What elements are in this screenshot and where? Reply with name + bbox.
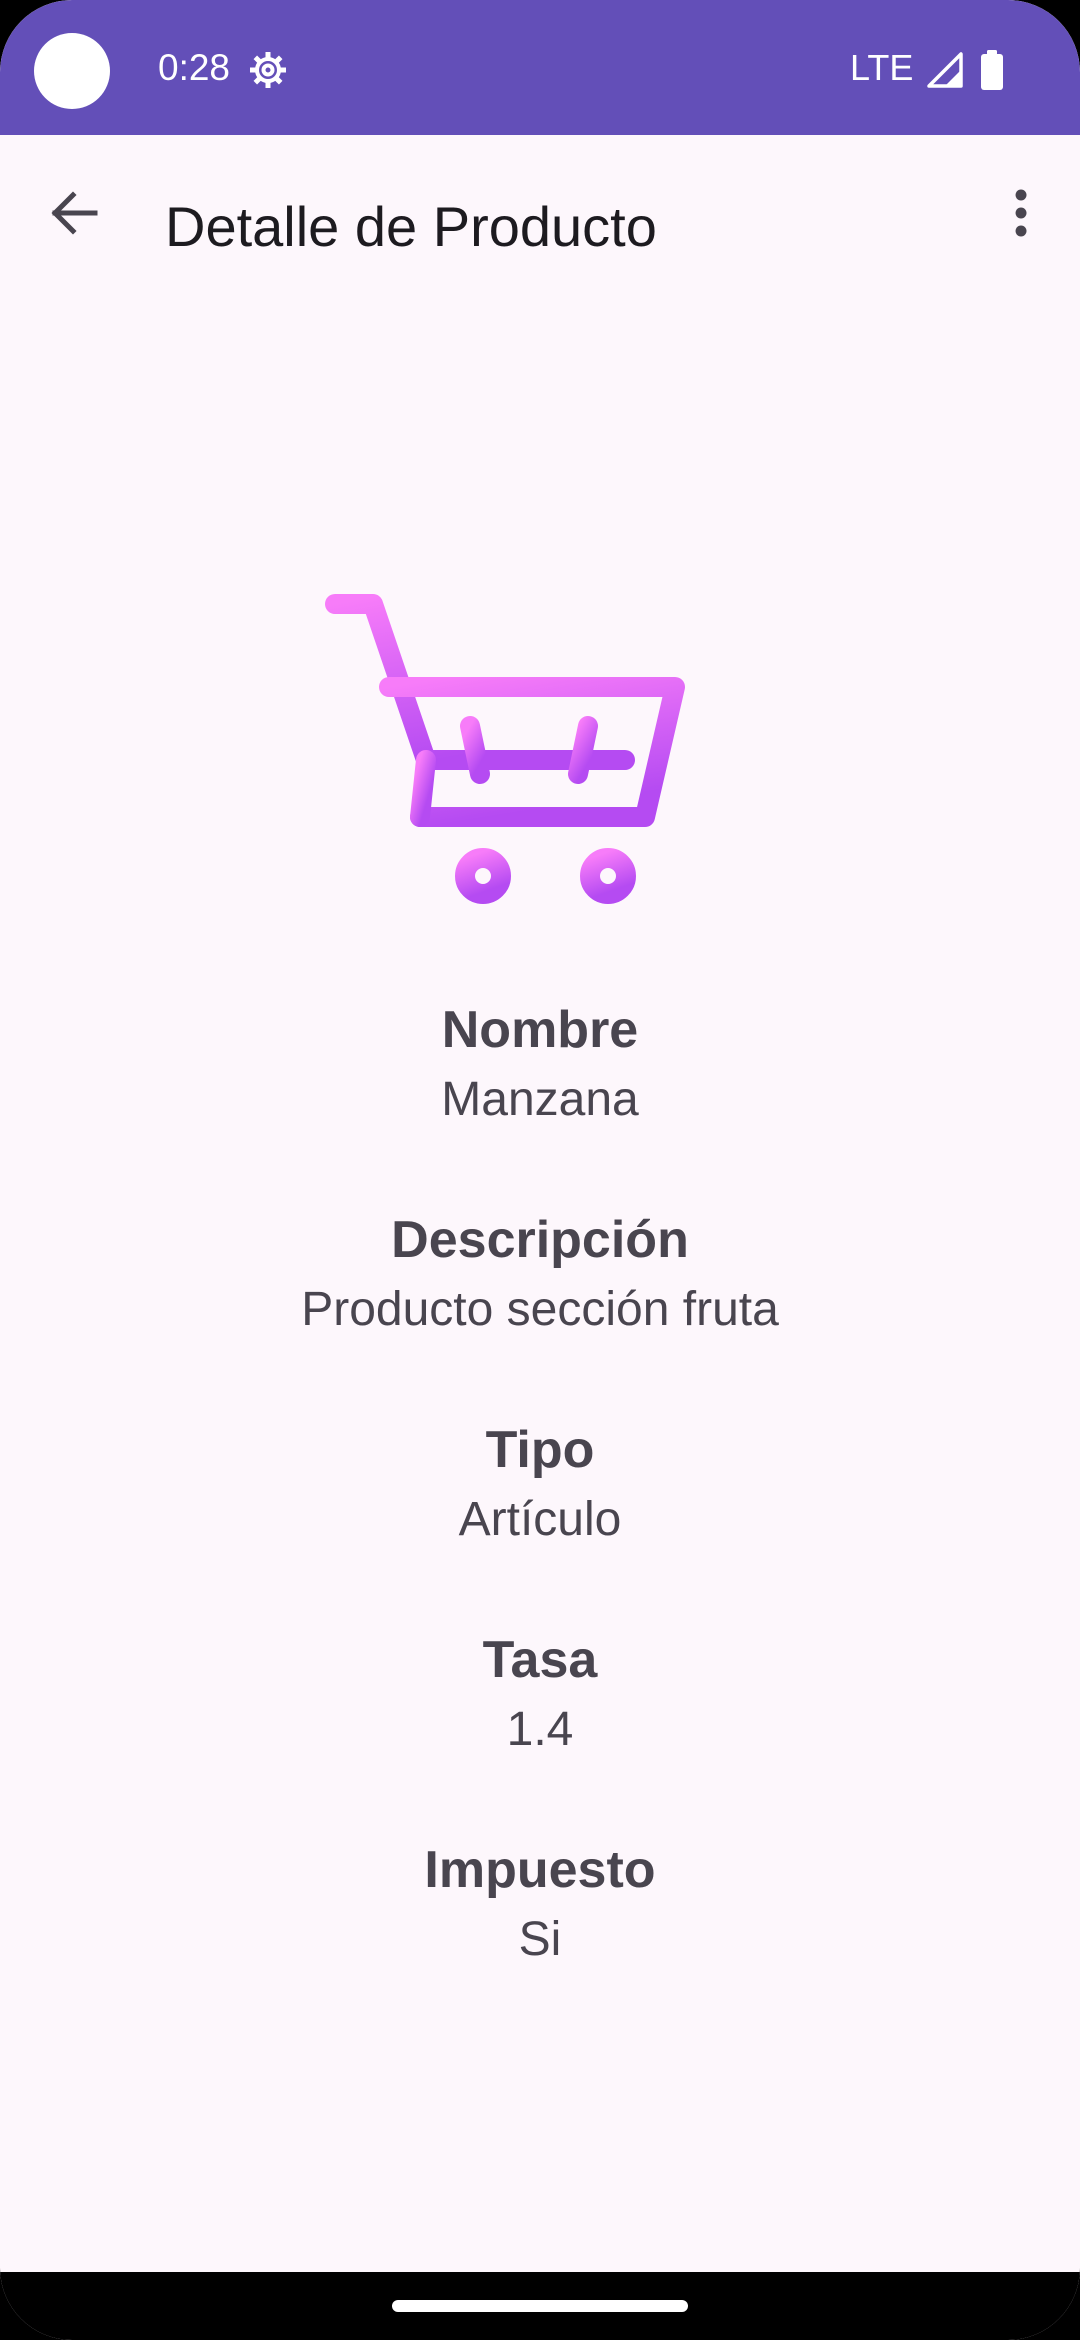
field-value: Artículo — [458, 1493, 622, 1546]
more-options-button[interactable] — [976, 170, 1066, 260]
status-bar: 0:28 LTE — [0, 0, 1080, 135]
signal-icon — [925, 50, 965, 90]
screen: 0:28 LTE Detalle de Producto Nombre Manz… — [0, 0, 1080, 2340]
settings-gear-icon — [248, 50, 288, 90]
field-label: Tasa — [482, 1631, 598, 1689]
field-label: Tipo — [485, 1421, 595, 1479]
field-label: Impuesto — [424, 1841, 656, 1899]
field-value: 1.4 — [506, 1703, 574, 1756]
field-value: Producto sección fruta — [301, 1283, 779, 1336]
more-vert-icon — [1011, 187, 1031, 243]
field-nombre: Nombre Manzana — [0, 995, 1080, 1205]
product-details: Nombre Manzana Descripción Producto secc… — [0, 995, 1080, 2045]
status-time: 0:28 — [158, 47, 231, 88]
back-button[interactable] — [30, 170, 120, 260]
battery-icon — [978, 50, 1006, 90]
field-label: Nombre — [441, 1001, 639, 1059]
arrow-back-icon — [49, 187, 101, 243]
network-type-label: LTE — [850, 47, 914, 88]
field-tasa: Tasa 1.4 — [0, 1625, 1080, 1835]
field-value: Si — [518, 1913, 562, 1966]
product-image — [325, 592, 685, 912]
field-label: Descripción — [391, 1211, 689, 1269]
camera-cutout — [34, 33, 110, 109]
home-indicator[interactable] — [392, 2300, 688, 2312]
field-impuesto: Impuesto Si — [0, 1835, 1080, 2045]
shopping-cart-icon — [325, 594, 685, 904]
top-app-bar: Detalle de Producto — [0, 135, 1080, 315]
page-title: Detalle de Producto — [165, 195, 657, 258]
field-descripcion: Descripción Producto sección fruta — [0, 1205, 1080, 1415]
field-tipo: Tipo Artículo — [0, 1415, 1080, 1625]
field-value: Manzana — [441, 1073, 639, 1126]
